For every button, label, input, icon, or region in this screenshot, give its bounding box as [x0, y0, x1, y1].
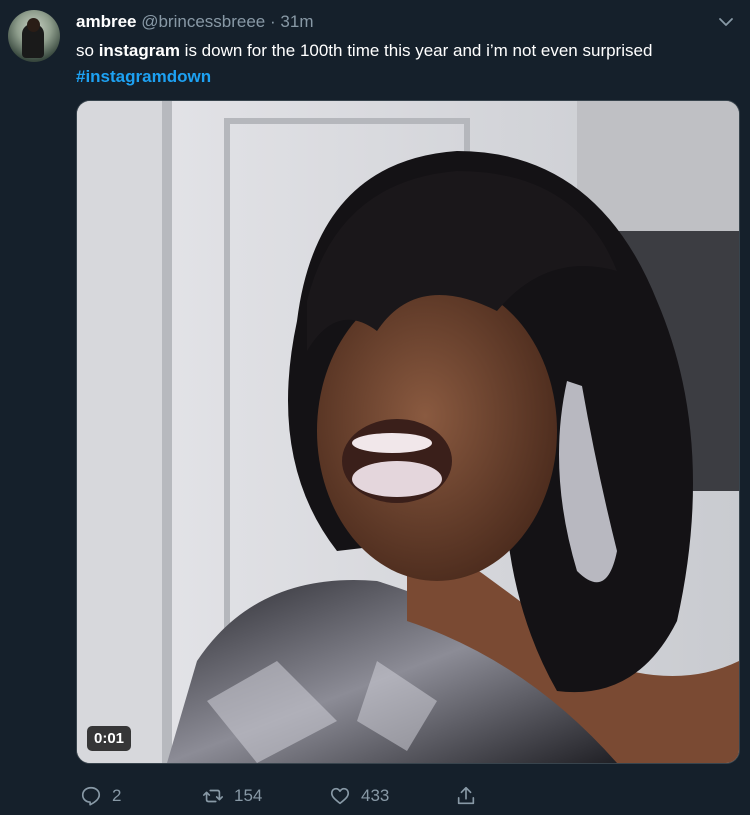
avatar[interactable]: [8, 10, 60, 62]
tweet-text-part: is down for the 100th time this year and…: [179, 41, 653, 60]
reply-count: 2: [112, 786, 122, 805]
like-icon: [330, 787, 350, 805]
reply-icon: [81, 786, 101, 806]
retweet-icon: [203, 789, 223, 803]
author-handle[interactable]: @brincessbreee: [141, 12, 265, 31]
tweet-timestamp[interactable]: 31m: [280, 12, 313, 31]
retweet-button[interactable]: 154: [202, 782, 262, 810]
separator-dot: ·: [270, 12, 276, 31]
retweet-count: 154: [234, 786, 263, 805]
share-icon: [457, 786, 475, 805]
chevron-down-icon[interactable]: [718, 14, 734, 30]
share-button[interactable]: [455, 782, 477, 810]
like-count: 433: [361, 786, 390, 805]
tweet-actions: 2 154 433: [76, 782, 738, 810]
tweet[interactable]: ambree @brincessbreee · 31m so instagram…: [0, 0, 750, 815]
reply-button[interactable]: 2: [80, 782, 121, 810]
video-duration-badge: 0:01: [87, 726, 132, 751]
like-button[interactable]: 433: [329, 782, 389, 810]
author-name[interactable]: ambree: [76, 12, 136, 31]
hashtag-link[interactable]: #instagramdown: [76, 67, 211, 86]
tweet-text-bold: instagram: [98, 41, 180, 60]
video-frame: [77, 101, 739, 763]
tweet-text: so instagram is down for the 100th time …: [76, 38, 716, 90]
avatar-head: [27, 18, 40, 32]
tweet-text-part: so: [76, 41, 99, 60]
tweet-header: ambree @brincessbreee · 31m: [76, 11, 313, 33]
video-player[interactable]: 0:01: [76, 100, 740, 764]
